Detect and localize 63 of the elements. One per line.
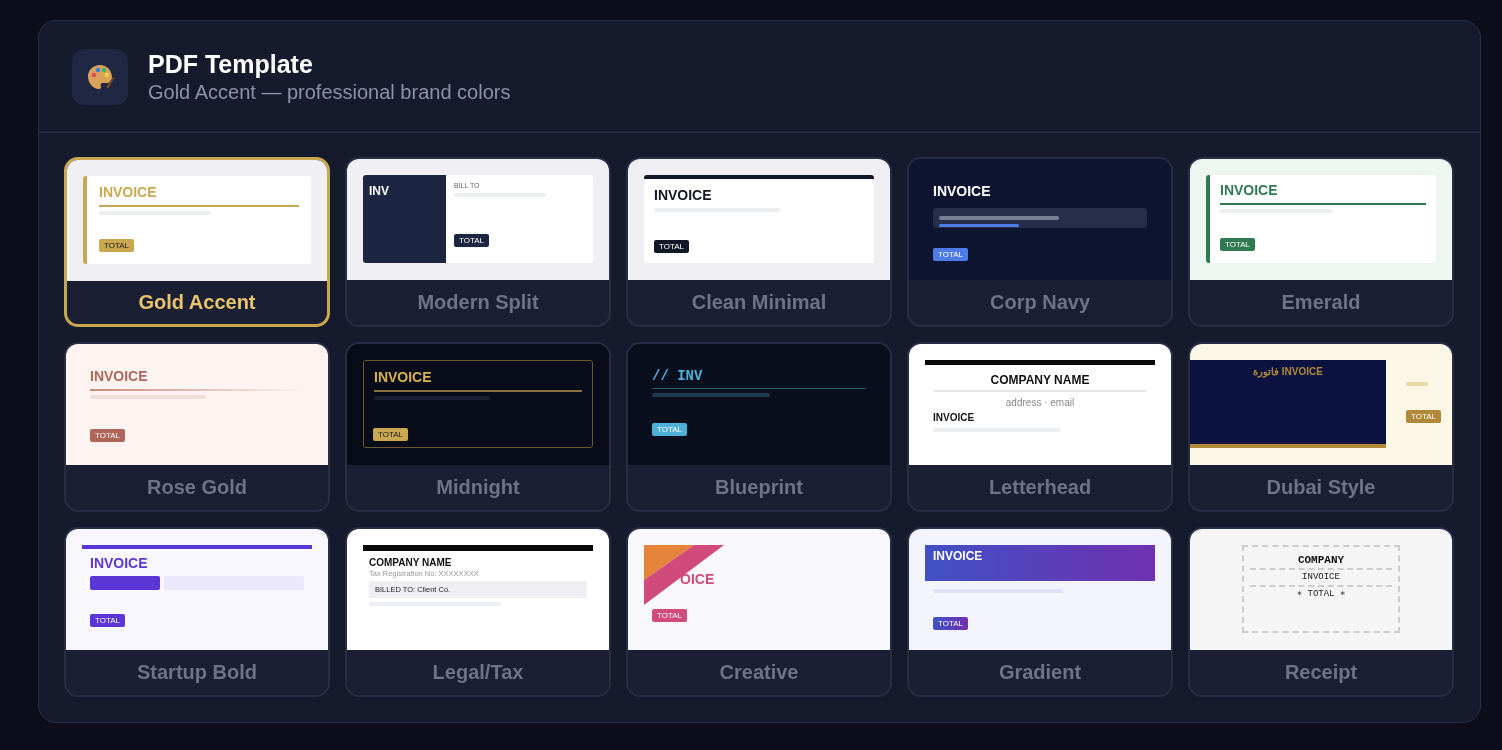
template-card[interactable]: COMPANY NAME address · email INVOICE Letterhead xyxy=(907,342,1173,512)
company-address: address · email xyxy=(1004,397,1076,408)
template-card[interactable]: INVOICE TOTAL Emerald xyxy=(1188,157,1454,327)
template-name: Letterhead xyxy=(988,476,1092,499)
template-name: Emerald xyxy=(1281,291,1361,314)
template-name: Gradient xyxy=(998,661,1082,684)
total-badge: TOTAL xyxy=(90,614,126,627)
template-name: Receipt xyxy=(1284,661,1358,684)
total-badge: TOTAL xyxy=(1406,410,1442,423)
total-badge: TOTAL xyxy=(933,248,969,261)
placeholder-line xyxy=(1406,382,1428,386)
template-card[interactable]: INVOICE TOTAL Corp Navy xyxy=(907,157,1173,327)
total-badge: TOTAL xyxy=(933,617,969,630)
total-badge: TOTAL xyxy=(654,240,690,253)
total-badge: TOTAL xyxy=(454,234,490,247)
template-card[interactable]: INVOICE TOTAL Midnight xyxy=(345,342,611,512)
template-card[interactable]: INVOICE TOTAL Gradient xyxy=(907,527,1173,697)
template-card[interactable]: OICE TOTAL Creative xyxy=(626,527,892,697)
template-name: Corp Navy xyxy=(990,291,1090,314)
invoice-title: INVOICE xyxy=(99,184,158,201)
invoice-title: INV xyxy=(369,183,390,200)
total-badge: TOTAL xyxy=(1220,238,1256,251)
template-card[interactable]: INVOICE TOTAL Startup Bold xyxy=(64,527,330,697)
template-card[interactable]: INVOICE TOTAL Rose Gold xyxy=(64,342,330,512)
template-name: Dubai Style xyxy=(1266,476,1376,499)
template-name: Rose Gold xyxy=(147,476,247,499)
invoice-title: INVOICE xyxy=(933,548,984,565)
template-name: Clean Minimal xyxy=(691,291,827,314)
company-name: COMPANY xyxy=(1250,553,1392,570)
template-name: Blueprint xyxy=(715,476,803,499)
palette-icon xyxy=(85,62,115,92)
template-card[interactable]: INVOICE TOTAL Clean Minimal xyxy=(626,157,892,327)
template-name: Legal/Tax xyxy=(432,661,524,684)
template-name: Gold Accent xyxy=(138,291,256,314)
invoice-title: INVOICE xyxy=(654,187,713,204)
invoice-title: OICE xyxy=(680,571,715,588)
template-card[interactable]: COMPANY INVOICE ∗ TOTAL ∗ Receipt xyxy=(1188,527,1454,697)
dialog-subtitle: Gold Accent — professional brand colors xyxy=(148,80,511,105)
invoice-title: INVOICE xyxy=(90,555,149,572)
invoice-title: INVOICE xyxy=(1250,570,1392,587)
template-card[interactable]: // INV TOTAL Blueprint xyxy=(626,342,892,512)
invoice-title: INVOICE xyxy=(933,183,992,200)
company-name: COMPANY NAME xyxy=(369,557,453,569)
invoice-title: INVOICE xyxy=(374,369,433,386)
total-badge: TOTAL xyxy=(373,428,409,441)
template-name: Midnight xyxy=(436,476,520,499)
invoice-title: INVOICE xyxy=(1220,182,1279,199)
template-card[interactable]: INVOICE TOTAL Gold Accent xyxy=(64,157,330,327)
total-badge: TOTAL xyxy=(652,423,688,436)
dialog-title: PDF Template xyxy=(148,49,314,79)
template-name: Modern Split xyxy=(417,291,539,314)
invoice-title: فاتورة INVOICE xyxy=(1253,366,1323,380)
total-badge: TOTAL xyxy=(90,429,126,442)
template-name: Startup Bold xyxy=(137,661,257,684)
invoice-title: INVOICE xyxy=(933,412,976,424)
total-badge: TOTAL xyxy=(652,609,688,622)
invoice-title: INVOICE xyxy=(90,368,149,385)
company-name: COMPANY NAME xyxy=(989,373,1091,387)
total-badge: TOTAL xyxy=(99,239,135,252)
template-name: Creative xyxy=(719,661,799,684)
invoice-title: // INV xyxy=(652,368,704,385)
progress-block xyxy=(90,576,160,590)
total-label: ∗ TOTAL ∗ xyxy=(1295,588,1347,601)
